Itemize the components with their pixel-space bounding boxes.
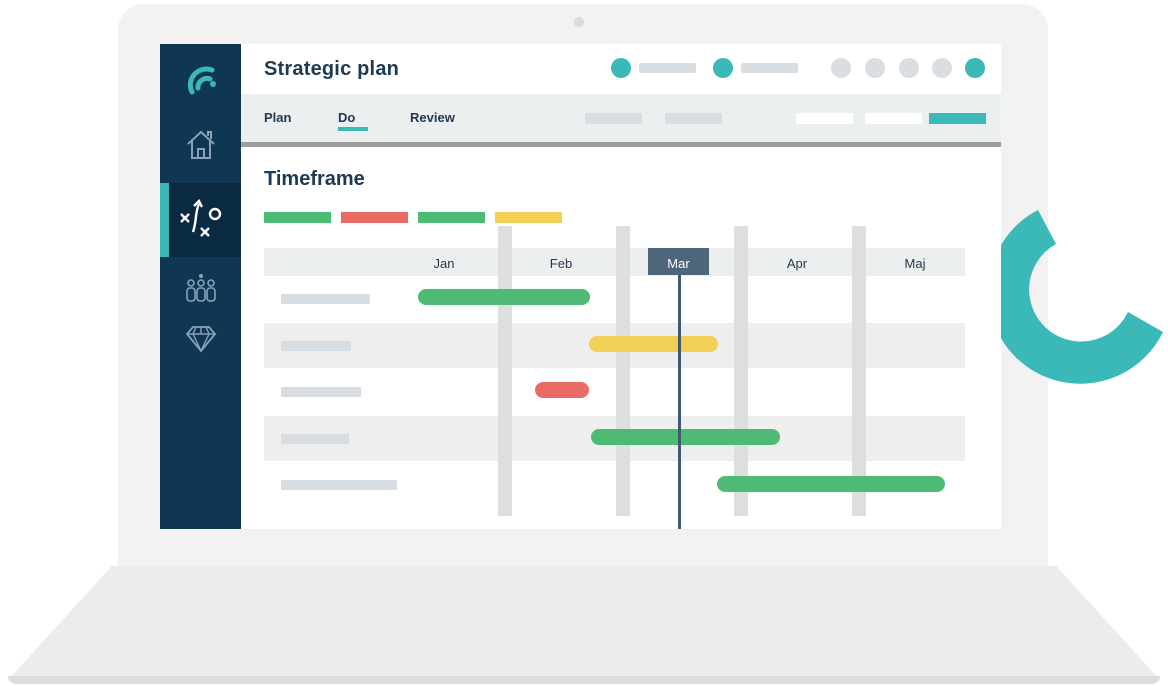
task-bar-green[interactable] xyxy=(717,476,945,492)
task-label-placeholder xyxy=(281,480,397,490)
user-avatar-2[interactable] xyxy=(865,58,885,78)
toolbar-primary-button[interactable] xyxy=(929,113,986,124)
page-title: Strategic plan xyxy=(264,58,400,80)
legend-chip-green-2 xyxy=(418,212,485,223)
home-icon xyxy=(186,130,215,159)
sidebar-item-home[interactable] xyxy=(160,124,241,166)
toolbar-placeholder-2 xyxy=(665,113,722,124)
laptop-base xyxy=(8,566,1160,680)
user-avatar-3[interactable] xyxy=(899,58,919,78)
month-label-apr: Apr xyxy=(786,256,808,271)
app-logo-icon[interactable] xyxy=(178,58,222,98)
status-placeholder-2 xyxy=(741,63,798,73)
user-avatar-active[interactable] xyxy=(965,58,985,78)
tab-do[interactable]: Do xyxy=(338,110,355,125)
team-icon xyxy=(185,274,216,302)
sidebar-item-values[interactable] xyxy=(160,322,241,356)
task-bar-green[interactable] xyxy=(591,429,780,445)
legend-chip-yellow xyxy=(495,212,562,223)
decorative-ring xyxy=(988,210,1163,384)
month-label-jan: Jan xyxy=(433,256,455,271)
month-label-mar: Mar xyxy=(667,256,690,271)
task-bar-yellow[interactable] xyxy=(589,336,718,352)
task-label-placeholder xyxy=(281,434,349,444)
toolbar-placeholder-1 xyxy=(585,113,642,124)
task-label-placeholder xyxy=(281,294,370,304)
status-dot-1[interactable] xyxy=(611,58,631,78)
toolbar-button-1[interactable] xyxy=(796,113,853,124)
toolbar-button-2[interactable] xyxy=(865,113,922,124)
strategy-icon xyxy=(179,198,221,237)
month-label-maj: Maj xyxy=(904,256,926,271)
task-bar-red[interactable] xyxy=(535,382,589,398)
month-label-feb: Feb xyxy=(549,256,573,271)
active-tab-underline xyxy=(338,127,368,131)
tab-review[interactable]: Review xyxy=(410,110,455,125)
webcam xyxy=(574,17,584,27)
grid-column xyxy=(852,226,866,516)
grid-column xyxy=(616,226,630,516)
user-avatar-4[interactable] xyxy=(932,58,952,78)
task-bar-green[interactable] xyxy=(418,289,590,305)
laptop-base-edge xyxy=(8,676,1160,684)
active-indicator xyxy=(160,183,169,257)
section-title: Timeframe xyxy=(264,168,365,190)
task-label-placeholder xyxy=(281,387,361,397)
app-header: Strategic plan xyxy=(241,44,1001,94)
current-date-line[interactable] xyxy=(678,275,681,529)
grid-column xyxy=(498,226,512,516)
task-label-placeholder xyxy=(281,341,351,351)
sidebar-item-strategy[interactable] xyxy=(160,183,241,257)
sidebar xyxy=(160,44,241,529)
status-dot-2[interactable] xyxy=(713,58,733,78)
user-avatar-1[interactable] xyxy=(831,58,851,78)
app-screen: Strategic plan Plan Do Review Timeframe … xyxy=(160,44,1001,529)
tab-bar: Plan Do Review xyxy=(241,94,1001,142)
legend-chip-green xyxy=(264,212,331,223)
diamond-icon xyxy=(185,326,216,353)
grid-column xyxy=(734,226,748,516)
legend-chip-red xyxy=(341,212,408,223)
sidebar-item-team[interactable] xyxy=(160,270,241,306)
header-divider xyxy=(241,142,1001,147)
status-placeholder-1 xyxy=(639,63,696,73)
tab-plan[interactable]: Plan xyxy=(264,110,291,125)
